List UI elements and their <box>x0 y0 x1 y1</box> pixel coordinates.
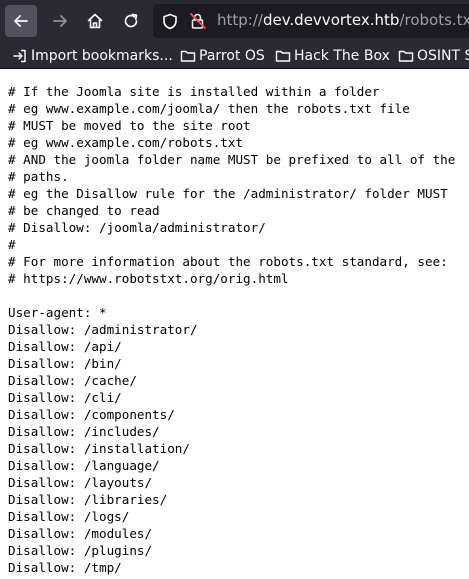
text-line: # For more information about the robots.… <box>8 254 448 269</box>
text-line: User-agent: * <box>8 305 107 320</box>
text-line: # MUST be moved to the site root <box>8 118 251 133</box>
folder-icon <box>275 50 291 62</box>
home-button[interactable] <box>79 5 111 37</box>
text-line: Disallow: /logs/ <box>8 509 130 524</box>
bookmark-label: Import bookmarks... <box>31 48 173 64</box>
url-text[interactable]: http://dev.devvortex.htb/robots.txt <box>217 11 469 29</box>
text-line: Disallow: /bin/ <box>8 356 122 371</box>
text-line: Disallow: /language/ <box>8 458 160 473</box>
import-icon <box>13 49 26 63</box>
url-path: /robots.txt <box>399 11 469 29</box>
bookmarks-toolbar: Import bookmarks... Parrot OS Hack The B… <box>0 44 469 68</box>
text-line: # paths. <box>8 169 69 184</box>
arrow-right-icon <box>53 15 67 27</box>
bookmark-folder-osint[interactable]: OSINT S <box>398 46 469 66</box>
text-line: Disallow: /components/ <box>8 407 175 422</box>
text-line: # <box>8 237 16 252</box>
shield-icon[interactable] <box>161 12 179 30</box>
bookmark-import[interactable]: Import bookmarks... <box>12 46 173 66</box>
text-line: Disallow: /tmp/ <box>8 560 122 575</box>
text-line: Disallow: /cli/ <box>8 390 122 405</box>
bookmark-label: OSINT S <box>417 48 469 64</box>
bookmark-label: Hack The Box <box>294 48 390 64</box>
text-line: # AND the joomla folder name MUST be pre… <box>8 152 456 167</box>
robots-txt-content: # If the Joomla site is installed within… <box>8 83 455 576</box>
text-line: Disallow: /cache/ <box>8 373 137 388</box>
back-button[interactable] <box>5 5 37 37</box>
folder-icon <box>180 50 196 62</box>
home-icon <box>87 13 103 29</box>
bookmark-folder-parrot-os[interactable]: Parrot OS <box>180 46 265 66</box>
bookmark-label: Parrot OS <box>199 48 265 64</box>
navigation-toolbar: http://dev.devvortex.htb/robots.txt <box>0 0 469 44</box>
text-line: # be changed to read <box>8 203 160 218</box>
text-line: # eg www.example.com/robots.txt <box>8 135 244 150</box>
bookmark-folder-hack-the-box[interactable]: Hack The Box <box>275 46 390 66</box>
text-line: # eg www.example.com/joomla/ then the ro… <box>8 101 410 116</box>
text-line: Disallow: /modules/ <box>8 526 153 541</box>
toolbar-divider <box>0 68 469 69</box>
text-line: Disallow: /installation/ <box>8 441 190 456</box>
text-line <box>8 287 455 304</box>
text-line: Disallow: /api/ <box>8 339 122 354</box>
text-line: # eg the Disallow rule for the /administ… <box>8 186 448 201</box>
address-bar[interactable]: http://dev.devvortex.htb/robots.txt <box>153 4 469 38</box>
forward-button[interactable] <box>44 5 76 37</box>
lock-insecure-icon[interactable] <box>189 12 207 30</box>
url-prefix: http:// <box>217 11 263 29</box>
text-line: Disallow: /layouts/ <box>8 475 153 490</box>
text-line: # If the Joomla site is installed within… <box>8 84 380 99</box>
reload-icon <box>124 13 138 28</box>
text-line: Disallow: /administrator/ <box>8 322 198 337</box>
text-line: Disallow: /includes/ <box>8 424 160 439</box>
folder-icon <box>398 50 414 62</box>
text-line: # Disallow: /joomla/administrator/ <box>8 220 266 235</box>
reload-button[interactable] <box>115 5 147 37</box>
arrow-left-icon <box>14 15 28 27</box>
url-host: dev.devvortex.htb <box>262 11 400 29</box>
text-line: Disallow: /libraries/ <box>8 492 168 507</box>
text-line: # https://www.robotstxt.org/orig.html <box>8 271 289 286</box>
text-line: Disallow: /plugins/ <box>8 543 153 558</box>
